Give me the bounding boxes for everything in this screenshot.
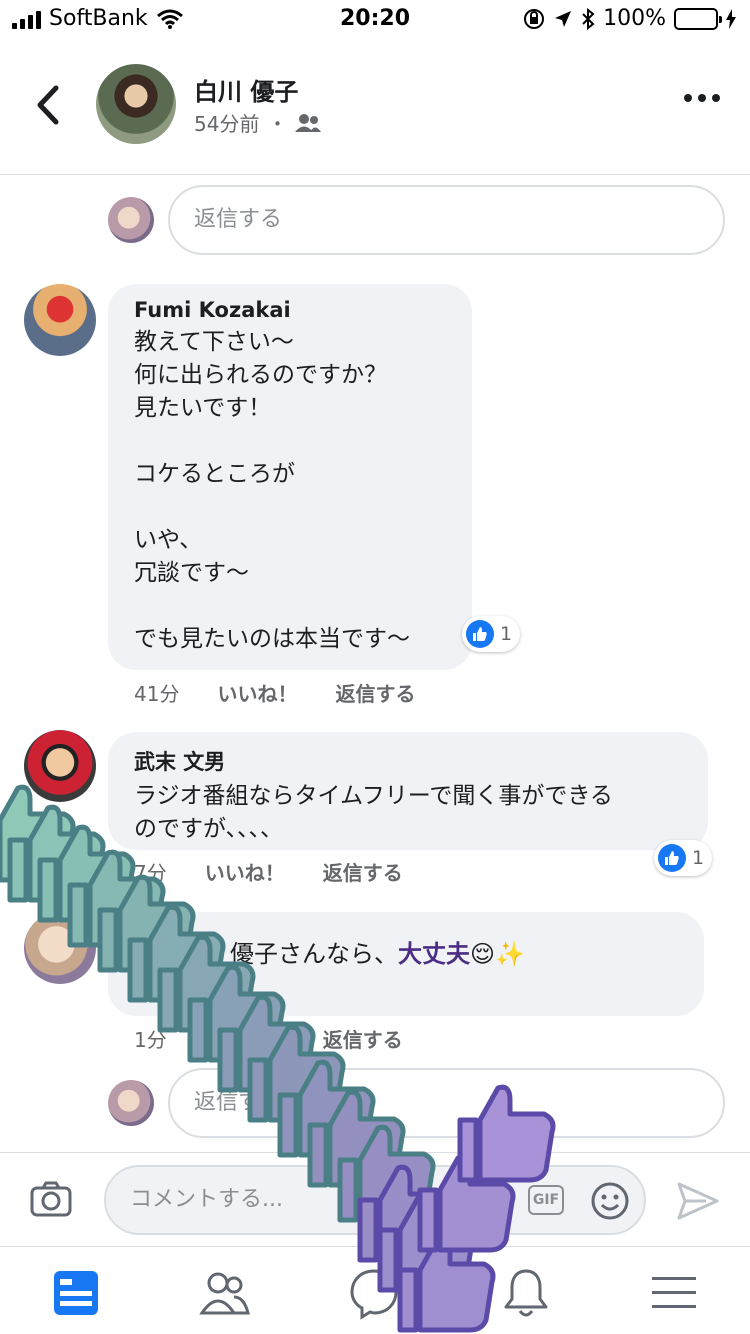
reply-row: 返信する	[108, 185, 725, 255]
like-button[interactable]: いいね！	[217, 678, 297, 707]
bottom-tab-bar	[0, 1246, 750, 1334]
more-options-button[interactable]	[684, 94, 720, 102]
highlight-text[interactable]: 大丈夫	[398, 940, 470, 968]
author-name[interactable]: 白川 優子	[194, 72, 298, 107]
like-reaction-icon	[658, 844, 686, 872]
my-avatar	[108, 197, 154, 243]
comment-line: でも見たいのは本当です〜	[134, 626, 410, 652]
comment-line: 冗談です〜	[134, 560, 249, 586]
author-avatar[interactable]	[96, 64, 176, 144]
highlight-text[interactable]: 大丈夫	[134, 940, 206, 968]
rotation-lock-icon	[524, 8, 545, 29]
comment-input[interactable]: コメントする...	[104, 1165, 646, 1235]
notifications-tab-icon[interactable]	[496, 1265, 556, 1321]
meta-separator: ・	[267, 112, 288, 136]
post-meta: 54分前 ・	[194, 108, 322, 137]
comment-line	[134, 590, 448, 623]
post-time: 54分前	[194, 112, 260, 136]
my-avatar	[108, 1080, 154, 1126]
comment-author[interactable]: 武末 文男	[134, 746, 684, 776]
camera-icon[interactable]	[30, 1181, 72, 1217]
like-thumb-icon	[7, 804, 106, 903]
friends-audience-icon	[295, 113, 322, 132]
comment-line	[134, 491, 448, 524]
comment-actions: 7分 いいね！ 返信する	[134, 857, 403, 886]
emoji-icon[interactable]	[590, 1181, 630, 1221]
post-header: 白川 優子 54分前 ・	[0, 40, 750, 175]
friends-tab-icon[interactable]	[194, 1265, 254, 1321]
menu-tab-icon[interactable]	[644, 1265, 704, 1321]
comment-line: 何に出られるのですか？	[134, 362, 387, 388]
like-button[interactable]: いいね！	[205, 1024, 285, 1053]
comment-line: 見たいです！	[134, 395, 272, 421]
comment-line: ラジオ番組ならタイムフリーで聞く事ができる	[134, 783, 613, 809]
back-arrow-icon[interactable]	[30, 80, 70, 130]
location-icon	[555, 10, 572, 27]
comment-time: 1分	[134, 1028, 167, 1052]
bluetooth-icon	[582, 7, 595, 30]
charging-icon	[726, 8, 736, 29]
plain-text: 、優子さんなら、	[206, 940, 398, 968]
comment-bubble: 武末 文男 ラジオ番組ならタイムフリーで聞く事ができる のですが、、、、	[108, 732, 708, 850]
reply-button[interactable]: 返信する	[323, 1024, 403, 1053]
comment-time: 41分	[134, 682, 180, 706]
commenter-avatar[interactable]	[24, 730, 96, 802]
comment-author[interactable]: Fumi Kozakai	[134, 298, 448, 322]
reply-input[interactable]: 返信する	[168, 1068, 725, 1138]
like-button[interactable]: いいね！	[205, 857, 285, 886]
commenter-avatar[interactable]	[24, 912, 96, 984]
like-reaction-icon	[466, 620, 494, 648]
emoji-text: 😌✨	[470, 940, 525, 968]
commenter-avatar[interactable]	[24, 284, 96, 356]
reaction-number: 1	[500, 623, 513, 645]
comment-line: 教えて下さい〜	[134, 329, 294, 355]
reply-row: 返信する	[108, 1068, 725, 1138]
reply-input[interactable]: 返信する	[168, 185, 725, 255]
battery-percent: 100%	[603, 6, 666, 31]
reaction-count[interactable]: 1	[462, 616, 521, 652]
news-feed-tab-icon[interactable]	[46, 1265, 106, 1321]
comment-actions: 41分 いいね！ 返信する	[134, 678, 415, 707]
messenger-tab-icon[interactable]	[344, 1265, 404, 1321]
comment-time: 7分	[134, 861, 167, 885]
comment-line: いや、	[134, 527, 203, 553]
comment-line: のですが、、、、	[134, 816, 284, 842]
gif-button[interactable]: GIF	[528, 1185, 564, 1215]
reply-button[interactable]: 返信する	[323, 857, 403, 886]
comment-actions: 1分 いいね！ 返信する	[134, 1024, 403, 1053]
reply-button[interactable]: 返信する	[335, 678, 415, 707]
comment-composer: コメントする... GIF	[0, 1152, 750, 1246]
comment-bubble: Fumi Kozakai 教えて下さい〜 何に出られるのですか？ 見たいです！ …	[108, 284, 472, 670]
comment-line	[134, 425, 448, 458]
reaction-number: 1	[692, 847, 705, 869]
comment-text: 大丈夫、優子さんなら、大丈夫😌✨	[134, 938, 680, 971]
comment-line: コケるところが	[134, 461, 295, 487]
send-icon[interactable]	[676, 1181, 720, 1221]
reaction-count[interactable]: 1	[654, 840, 713, 876]
comment-bubble: 大丈夫、優子さんなら、大丈夫😌✨	[108, 912, 704, 1016]
status-bar: SoftBank 20:20 100%	[0, 0, 750, 40]
battery-icon	[674, 7, 722, 30]
